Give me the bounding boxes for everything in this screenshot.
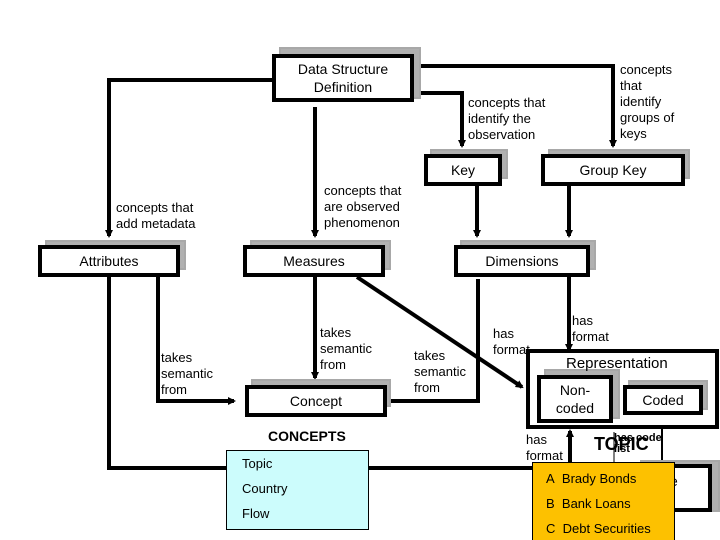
- topic-code: A: [546, 471, 555, 486]
- node-concept[interactable]: Concept: [245, 385, 387, 417]
- label-measures-format: has format: [493, 326, 530, 357]
- topic-label: Debt Securities: [562, 521, 651, 536]
- label-observed-phenomenon: concepts that are observed phenomenon: [324, 183, 402, 230]
- concepts-item[interactable]: Flow: [242, 506, 269, 521]
- topic-label: Bank Loans: [561, 496, 631, 511]
- node-dimensions[interactable]: Dimensions: [454, 245, 590, 277]
- representation-title: Representation: [566, 355, 668, 372]
- topic-item[interactable]: C Debt Securities: [546, 521, 651, 536]
- label-identify-observation: concepts that identify the observation: [468, 95, 546, 142]
- concepts-list: Topic Country Flow: [226, 450, 369, 530]
- node-data-structure-definition[interactable]: Data Structure Definition: [272, 54, 414, 102]
- label-attributes-format: has format: [526, 432, 563, 463]
- topic-item[interactable]: B Bank Loans: [546, 496, 631, 511]
- edge-dsd-key: [420, 91, 466, 148]
- label-dimensions-semantic: takes semantic from: [414, 348, 467, 395]
- topic-item[interactable]: A Brady Bonds: [546, 471, 636, 486]
- label-attributes-semantic: takes semantic from: [161, 350, 214, 397]
- topic-code: C: [546, 521, 556, 536]
- concepts-title: CONCEPTS: [268, 428, 346, 444]
- node-key[interactable]: Key: [424, 154, 502, 186]
- topic-code-list: A Brady Bonds B Bank Loans C Debt Securi…: [532, 462, 675, 540]
- node-coded[interactable]: Coded: [623, 385, 703, 415]
- topic-title: TOPIC: [594, 434, 649, 454]
- node-non-coded[interactable]: Non- coded: [537, 375, 613, 423]
- label-add-metadata: concepts that add metadata: [116, 200, 196, 231]
- topic-label: Brady Bonds: [561, 471, 637, 486]
- label-identify-groups: concepts that identify groups of keys: [620, 62, 675, 141]
- label-dimensions-format: has format: [572, 313, 609, 344]
- sdmx-diagram: Data Structure Definition Key Group Key …: [0, 0, 720, 540]
- node-measures[interactable]: Measures: [243, 245, 385, 277]
- concepts-item[interactable]: Topic: [242, 456, 272, 471]
- topic-code: B: [546, 496, 555, 511]
- node-attributes[interactable]: Attributes: [38, 245, 180, 277]
- node-group-key[interactable]: Group Key: [541, 154, 685, 186]
- concepts-item[interactable]: Country: [242, 481, 288, 496]
- label-measures-semantic: takes semantic from: [320, 325, 373, 372]
